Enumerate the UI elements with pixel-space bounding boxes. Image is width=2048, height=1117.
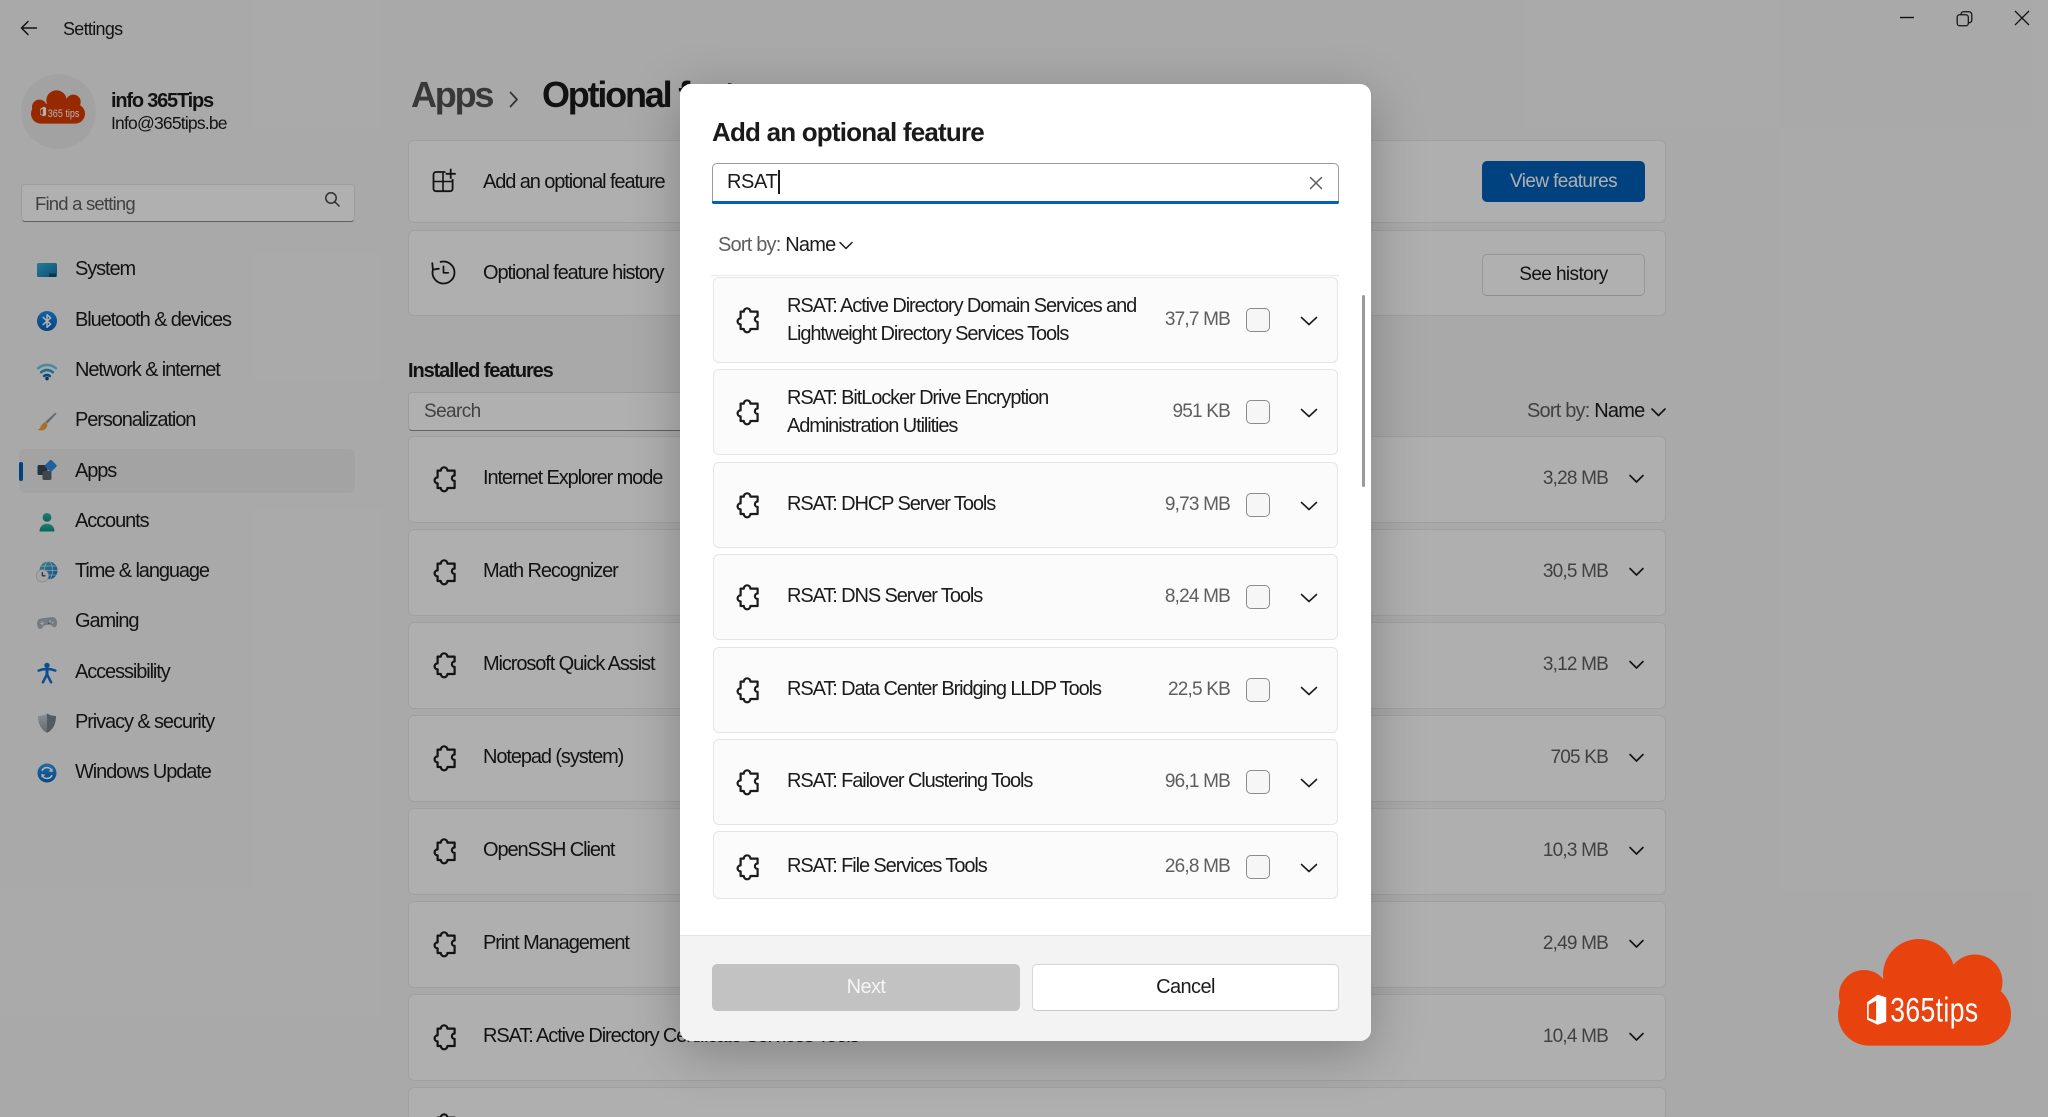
svg-text:365tips: 365tips: [1890, 992, 1978, 1030]
